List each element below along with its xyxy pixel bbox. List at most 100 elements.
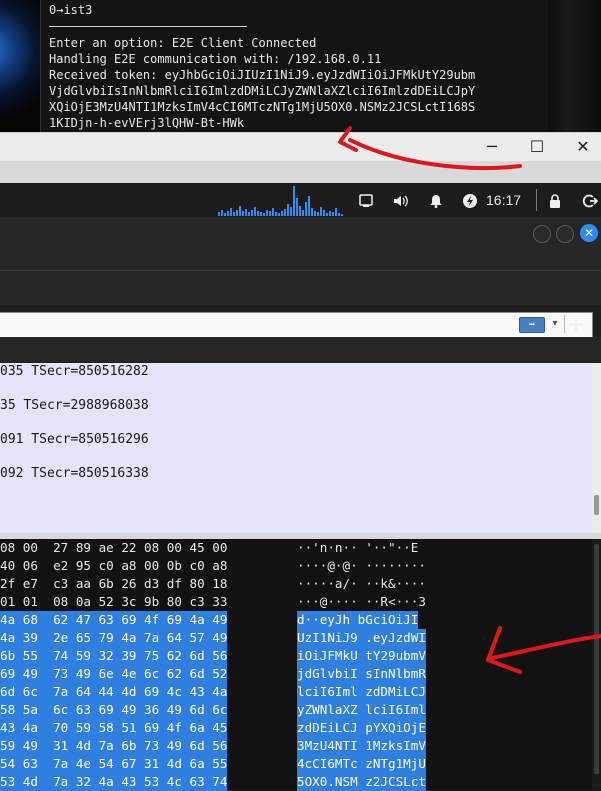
- ascii-bytes[interactable]: ·····a/· ··k&····: [297, 575, 426, 593]
- filter-dropdown-icon[interactable]: ▾: [548, 313, 562, 335]
- wallpaper-art: [0, 0, 42, 132]
- maximize-button[interactable]: ☐: [517, 133, 557, 161]
- activity-bar: [302, 210, 304, 216]
- ascii-bytes-selected[interactable]: iOiJFMkU tY29ubmV: [297, 647, 426, 665]
- close-button[interactable]: ✕: [563, 133, 601, 161]
- hex-bytes[interactable]: 40 06 e2 95 c0 a8 00 0b c0 a8: [0, 557, 227, 575]
- terminal-line: Enter an option: E2E Client Connected: [49, 36, 317, 50]
- packet-row[interactable]: 035 TSecr=850516282: [0, 363, 149, 380]
- terminal-window: 0→ist3 Enter an option: E2E Client Conne…: [0, 0, 601, 132]
- ascii-bytes[interactable]: ··'n·n·· '··"··E: [297, 539, 418, 557]
- ascii-bytes-selected[interactable]: 4cCI6MTc zNTg1MjU: [297, 755, 426, 773]
- logout-icon[interactable]: [580, 184, 600, 216]
- window-dot-button[interactable]: [533, 225, 551, 243]
- hex-bytes-selected[interactable]: 4a 39 2e 65 79 4a 7a 64 57 49: [0, 629, 228, 647]
- ascii-bytes-selected[interactable]: d··eyJh bGciOiJI: [297, 611, 419, 629]
- activity-bar: [326, 213, 328, 216]
- activity-bar: [290, 207, 292, 216]
- activity-bar: [266, 210, 268, 216]
- activity-bar: [305, 202, 307, 216]
- terminal-line: XQiOjE3MzU4NTI1MzksImV4cCI6MTczNTg1MjU5O…: [49, 100, 476, 114]
- network-icon[interactable]: [356, 184, 376, 216]
- activity-bar: [236, 210, 238, 216]
- activity-bar: [299, 206, 301, 216]
- hex-bytes-selected[interactable]: 58 5a 6c 63 69 49 36 49 6d 6c: [0, 701, 228, 719]
- window-titlebar[interactable]: ─ ☐ ✕: [0, 132, 601, 161]
- activity-bar: [287, 204, 289, 216]
- hex-bytes-selected[interactable]: 69 49 73 49 6e 4e 6c 62 6d 52: [0, 665, 228, 683]
- terminal-line: VjdGlvbiIsInNlbmRlciI6ImlzdDMiLCJyZWNlaX…: [49, 84, 476, 98]
- activity-bar: [284, 209, 286, 216]
- bell-icon[interactable]: [426, 184, 446, 216]
- activity-bar: [323, 210, 325, 216]
- activity-bar: [251, 210, 253, 216]
- ascii-bytes-selected[interactable]: lciI6Iml zdDMiLCJ: [297, 683, 426, 701]
- hex-bytes-selected[interactable]: 4a 68 62 47 63 69 4f 69 4a 49: [0, 611, 228, 629]
- activity-bar: [230, 208, 232, 216]
- hex-bytes[interactable]: 08 00 27 89 ae 22 08 00 45 00: [0, 539, 227, 557]
- activity-bar: [242, 211, 244, 216]
- activity-bar: [224, 213, 226, 216]
- ascii-bytes[interactable]: ····@·@· ········: [297, 557, 426, 575]
- hex-bytes-selected[interactable]: 6b 55 74 59 32 39 75 62 6d 56: [0, 647, 228, 665]
- ascii-bytes[interactable]: ···@···· ··R<···3: [297, 593, 426, 611]
- network-activity-graph: [218, 186, 343, 216]
- ascii-bytes-selected[interactable]: 3MzU4NTI 1MzksImV: [297, 737, 426, 755]
- power-icon[interactable]: [460, 184, 480, 216]
- activity-bar: [245, 209, 247, 216]
- hex-bytes-selected[interactable]: 53 4d 7a 32 4a 43 53 4c 63 74: [0, 773, 228, 791]
- activity-bar: [218, 212, 220, 216]
- activity-bar: [281, 211, 283, 216]
- activity-bar: [296, 198, 298, 216]
- terminal-divider: [49, 26, 247, 27]
- clock[interactable]: 16:17: [486, 184, 526, 216]
- terminal-line: 0→ist3: [49, 3, 93, 17]
- ascii-bytes-selected[interactable]: yZWNlaXZ lciI6Iml: [297, 701, 426, 719]
- ascii-bytes-selected[interactable]: jdGlvbiI sInNlbmR: [297, 665, 426, 683]
- hex-bytes-selected[interactable]: 59 49 31 4d 7a 6b 73 49 6d 56: [0, 737, 228, 755]
- hex-bytes-selected[interactable]: 6d 6c 7a 64 44 4d 69 4c 43 4a: [0, 683, 228, 701]
- filter-separator: [564, 315, 565, 333]
- ascii-bytes-selected[interactable]: UzI1NiJ9 .eyJzdWI: [297, 629, 426, 647]
- hex-bytes[interactable]: 2f e7 c3 aa 6b 26 d3 df 80 18: [0, 575, 227, 593]
- activity-bar: [260, 212, 262, 216]
- activity-bar: [239, 206, 241, 216]
- scrollbar-thumb[interactable]: [594, 495, 599, 515]
- activity-bar: [254, 207, 256, 216]
- hex-bytes-selected[interactable]: 54 63 7a 4e 54 67 31 4d 6a 55: [0, 755, 228, 773]
- scrollbar-thumb[interactable]: [594, 544, 599, 774]
- volume-icon[interactable]: [390, 184, 412, 216]
- packet-bytes-pane[interactable]: 08 00 27 89 ae 22 08 00 45 00 ··'n·n·· '…: [0, 539, 592, 791]
- app-header: [0, 217, 601, 305]
- activity-bar: [335, 208, 337, 216]
- activity-bar: [269, 211, 271, 216]
- activity-bar: [227, 211, 229, 216]
- activity-bar: [317, 212, 319, 216]
- apply-filter-button[interactable]: ➡: [519, 317, 545, 333]
- packet-list[interactable]: 035 TSecr=850516282 35 TSecr=2988968038 …: [0, 363, 592, 533]
- hex-bytes[interactable]: 01 01 08 0a 52 3c 9b 80 c3 33: [0, 593, 227, 611]
- packet-row[interactable]: 35 TSecr=2988968038: [0, 397, 149, 414]
- window-dot-button[interactable]: [556, 225, 574, 243]
- minimize-button[interactable]: ─: [472, 133, 512, 161]
- hex-bytes-selected[interactable]: 43 4a 70 59 58 51 69 4f 6a 45: [0, 719, 228, 737]
- activity-bar: [311, 208, 313, 216]
- ascii-bytes-selected[interactable]: zdDEiLCJ pYXQiOjE: [297, 719, 426, 737]
- activity-bar: [257, 211, 259, 216]
- divider: [0, 270, 601, 271]
- packet-row[interactable]: 091 TSecr=850516296: [0, 431, 149, 448]
- activity-bar: [341, 214, 343, 216]
- activity-bar: [221, 210, 223, 216]
- activity-bar: [293, 186, 295, 216]
- close-icon[interactable]: ✕: [580, 224, 598, 242]
- terminal-line: 1KIDjn-h-evVErj3lQHW-Bt-HWk: [49, 116, 245, 130]
- ascii-bytes-selected[interactable]: 5OX0.NSM z2JCSLct: [297, 773, 426, 791]
- panel-separator: [536, 189, 537, 211]
- activity-bar: [275, 212, 277, 216]
- lock-icon[interactable]: [546, 184, 564, 216]
- display-filter-input[interactable]: [0, 312, 593, 338]
- add-filter-button[interactable]: +: [566, 312, 586, 336]
- packet-row[interactable]: 092 TSecr=850516338: [0, 465, 149, 482]
- wallpaper-art-right: [548, 0, 601, 132]
- window-toolbar-strip: [0, 161, 601, 183]
